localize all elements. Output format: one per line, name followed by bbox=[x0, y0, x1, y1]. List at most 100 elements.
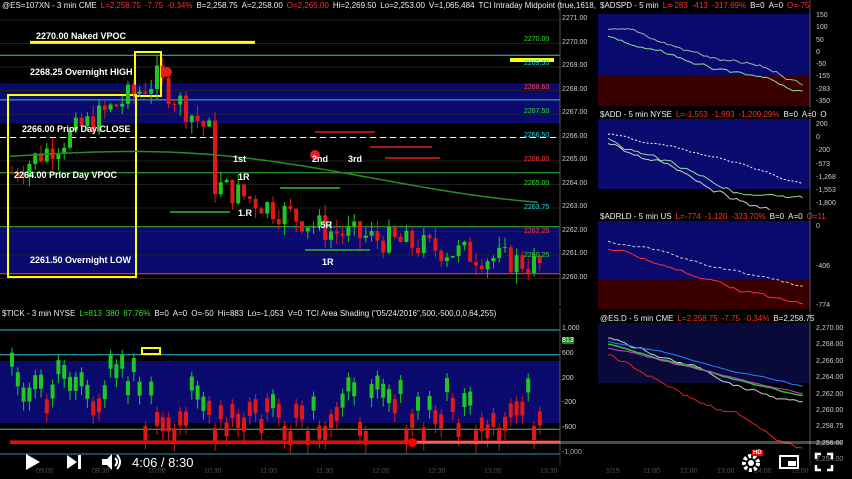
adrld-symbol: $ADRLD - 5 min US bbox=[600, 212, 672, 221]
price-tag: 2269.50 bbox=[524, 60, 550, 67]
tick-bar bbox=[259, 419, 264, 434]
miniplayer-button[interactable] bbox=[778, 452, 800, 477]
play-button[interactable] bbox=[22, 452, 42, 477]
tick-lo: Lo=-1,053 bbox=[247, 309, 284, 318]
candle-body bbox=[508, 247, 513, 273]
add-ask: A=0 bbox=[801, 110, 817, 119]
annotation-first: 1st bbox=[233, 154, 247, 164]
tick-bar bbox=[276, 403, 281, 418]
candle-body bbox=[271, 202, 275, 220]
candle-body bbox=[514, 255, 519, 273]
adspd-ask: A=0 bbox=[768, 1, 784, 10]
tick-bar bbox=[421, 427, 426, 442]
adspd-zone bbox=[598, 14, 810, 76]
total-time: 8:30 bbox=[168, 455, 194, 470]
tick-bar bbox=[247, 401, 252, 416]
skip-next-icon bbox=[67, 455, 81, 469]
tick-bar bbox=[398, 380, 403, 395]
tick-bar bbox=[468, 391, 473, 406]
esd-axis-label: 2,260.00 bbox=[816, 406, 844, 414]
candle-body bbox=[474, 261, 478, 266]
tick-bar bbox=[10, 352, 14, 367]
tick-bar bbox=[120, 354, 125, 369]
candle-body bbox=[172, 103, 177, 105]
level-prior-day-vpoc: 2264.00 Prior Day VPOC bbox=[14, 170, 118, 180]
adspd-axis-label: 0 bbox=[816, 48, 820, 56]
tick-bar bbox=[114, 364, 119, 379]
volume-button[interactable] bbox=[100, 452, 124, 477]
tick-bar bbox=[137, 381, 142, 396]
tick-bar bbox=[230, 404, 235, 419]
adspd-plot bbox=[598, 0, 811, 108]
tick-bar bbox=[462, 393, 467, 408]
candle-body bbox=[433, 238, 438, 251]
candle-body bbox=[149, 88, 154, 94]
candle-body bbox=[468, 241, 473, 262]
settings-button[interactable]: HD bbox=[740, 450, 763, 479]
candle-body bbox=[410, 230, 415, 248]
esd-bid: B=2,258.75 bbox=[773, 314, 815, 323]
fullscreen-button[interactable] bbox=[814, 452, 834, 477]
tick-bar bbox=[184, 411, 188, 426]
candle-body bbox=[213, 120, 217, 195]
tick-study: TCI Area Shading ("05/24/2016",500,-500,… bbox=[306, 309, 497, 318]
next-button[interactable] bbox=[64, 452, 84, 477]
tick-chg: 380 bbox=[105, 309, 120, 318]
esd-axis-label: 2,268.00 bbox=[816, 341, 844, 349]
tick-bar bbox=[300, 405, 304, 420]
tick-bar bbox=[50, 384, 55, 399]
candle-body bbox=[218, 182, 223, 195]
candle-body bbox=[479, 265, 484, 270]
tick-vol: V=0 bbox=[287, 309, 303, 318]
adspd-axis-label: 100 bbox=[816, 24, 828, 32]
price-tick-label: 2261.00 bbox=[562, 250, 588, 257]
candle-body bbox=[114, 104, 119, 107]
adspd-symbol: $ADSPD - 5 min bbox=[600, 1, 659, 10]
tick-bar bbox=[39, 374, 43, 389]
price-tick-label: 2266.00 bbox=[562, 132, 588, 140]
candle-body bbox=[450, 256, 455, 258]
add-pct: -1,209.29% bbox=[738, 110, 780, 119]
candle-body bbox=[143, 91, 148, 94]
candle-body bbox=[230, 179, 235, 204]
candle-body bbox=[102, 105, 107, 110]
current-time: 4:06 bbox=[132, 455, 158, 470]
candle-body bbox=[259, 208, 264, 214]
tick-ask: A=0 bbox=[172, 309, 188, 318]
tick-hi: Hi=883 bbox=[217, 309, 244, 318]
tick-bar bbox=[207, 400, 212, 415]
candle-body bbox=[300, 221, 304, 232]
candle-body bbox=[358, 221, 362, 238]
video-progress-bar[interactable] bbox=[10, 438, 842, 447]
candle-body bbox=[247, 196, 252, 199]
tick-bar bbox=[79, 372, 84, 387]
main-study: TCI Intraday Midpoint (true,1618,0) bbox=[478, 1, 596, 10]
video-scrub-handle[interactable] bbox=[407, 438, 417, 447]
add-plot bbox=[598, 109, 811, 210]
adspd-axis-label: -350 bbox=[816, 98, 831, 105]
candle-body bbox=[288, 205, 293, 209]
annotation-r1a: 1R bbox=[238, 172, 250, 182]
tick-bar bbox=[479, 417, 484, 432]
adrld-ask: A=0 bbox=[788, 212, 803, 221]
tick-bar bbox=[439, 414, 444, 429]
adspd-axis-label: 50 bbox=[816, 36, 824, 44]
add-axis-label: 200 bbox=[816, 121, 828, 128]
tick-bar bbox=[346, 377, 351, 392]
tick-axis-label: 813 bbox=[562, 336, 574, 344]
candle-body bbox=[387, 227, 391, 253]
price-tick-label: 2260.00 bbox=[562, 273, 588, 281]
tick-bar bbox=[456, 423, 461, 438]
tick-bar bbox=[294, 403, 299, 418]
candle-body bbox=[421, 235, 426, 254]
main-ask: A=2,258.00 bbox=[241, 1, 283, 10]
tick-bar bbox=[427, 395, 432, 410]
add-chart: $ADD - 5 min NYSE L=-1,553 -1,693 -1,209.29… bbox=[598, 109, 852, 210]
tick-bid: B=0 bbox=[154, 309, 169, 318]
esd-axis-label: 2,270.00 bbox=[816, 325, 844, 332]
video-time: 4:06 / 8:30 bbox=[132, 455, 194, 470]
candle-body bbox=[462, 241, 467, 246]
candle-body bbox=[195, 115, 200, 122]
tick-bar bbox=[445, 378, 449, 393]
level-naked-vpoc: 2270.00 Naked VPOC bbox=[36, 31, 127, 41]
